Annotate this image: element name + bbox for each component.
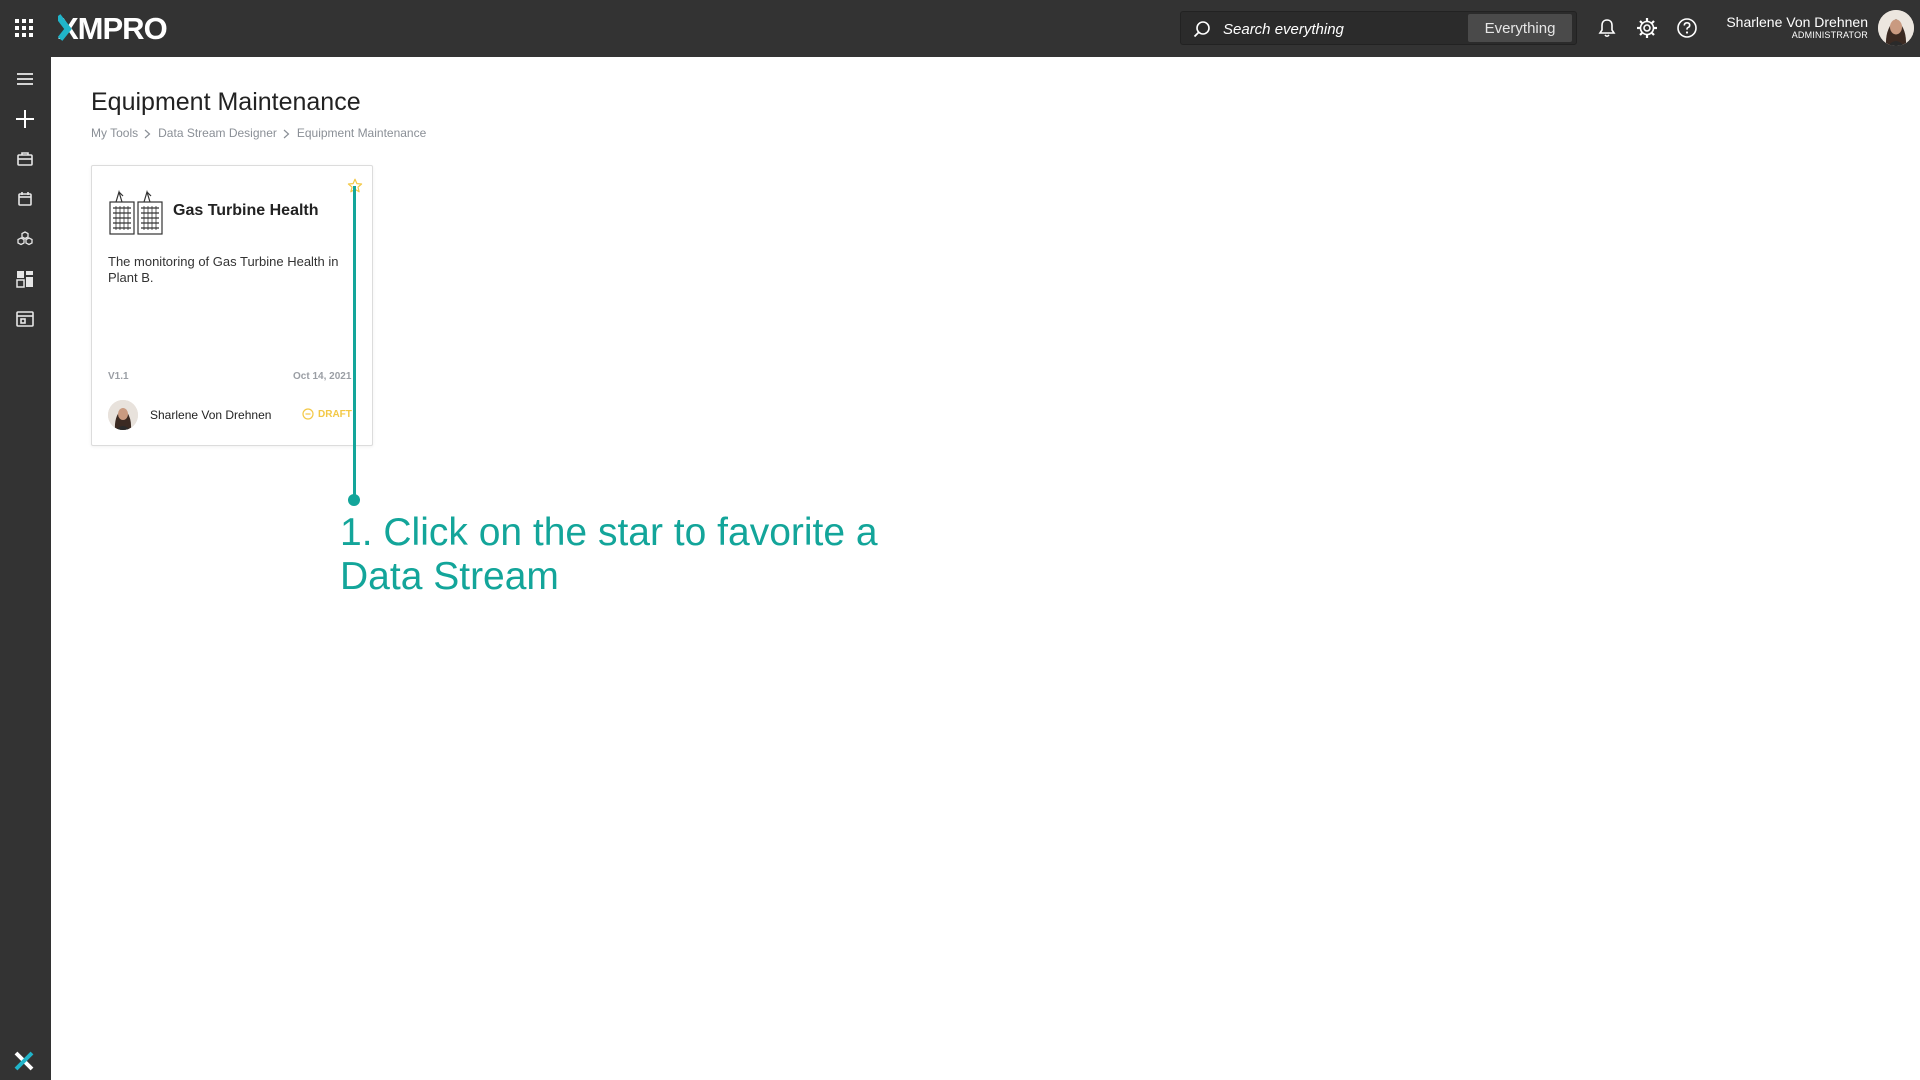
user-name: Sharlene Von Drehnen <box>1726 14 1868 30</box>
user-menu[interactable]: Sharlene Von Drehnen ADMINISTRATOR <box>1726 14 1868 41</box>
search-scope-dropdown[interactable]: Everything <box>1468 14 1572 42</box>
card-description: The monitoring of Gas Turbine Health in … <box>108 254 339 285</box>
turbine-icon <box>108 186 164 236</box>
breadcrumb-my-tools[interactable]: My Tools <box>91 126 138 140</box>
avatar <box>108 400 138 430</box>
breadcrumb-data-stream-designer[interactable]: Data Stream Designer <box>158 126 277 140</box>
data-stream-card[interactable]: Gas Turbine Health The monitoring of Gas… <box>91 165 373 446</box>
page-title: Equipment Maintenance <box>91 88 361 116</box>
status-label: DRAFT <box>318 408 352 420</box>
calendar-icon[interactable] <box>13 187 37 211</box>
search-input[interactable] <box>1221 12 1455 46</box>
xmpro-mini-logo[interactable] <box>13 1050 35 1072</box>
window-icon[interactable] <box>13 307 37 331</box>
sidebar <box>0 57 51 1080</box>
plus-icon[interactable] <box>13 107 37 131</box>
apps-grid-icon[interactable] <box>14 18 34 38</box>
card-date: Oct 14, 2021 <box>293 371 352 382</box>
menu-icon[interactable] <box>13 67 37 91</box>
cubes-icon[interactable] <box>13 227 37 251</box>
top-bar: XMPRO Everything <box>0 0 1920 57</box>
breadcrumb-current: Equipment Maintenance <box>296 126 427 140</box>
callout-line <box>353 186 356 498</box>
global-search[interactable]: Everything <box>1180 11 1577 46</box>
card-title: Gas Turbine Health <box>173 202 319 219</box>
bell-icon[interactable] <box>1596 17 1618 39</box>
gear-icon[interactable] <box>1636 17 1658 39</box>
search-icon <box>1193 20 1211 38</box>
chevron-right-icon <box>283 128 290 139</box>
xmpro-logo[interactable]: XMPRO <box>55 10 188 46</box>
briefcase-icon[interactable] <box>13 147 37 171</box>
avatar[interactable] <box>1878 10 1914 46</box>
svg-text:XMPRO: XMPRO <box>58 11 167 46</box>
callout-dot <box>348 494 360 506</box>
breadcrumb: My Tools Data Stream Designer Equipment … <box>91 126 426 140</box>
dashboard-icon[interactable] <box>13 267 37 291</box>
card-version: V1.1 <box>108 371 129 382</box>
help-icon[interactable] <box>1676 17 1698 39</box>
chevron-right-icon <box>144 128 151 139</box>
card-author: Sharlene Von Drehnen <box>150 408 272 422</box>
draft-status-icon <box>302 408 314 420</box>
status-badge: DRAFT <box>302 408 352 420</box>
callout-text: 1. Click on the star to favorite a Data … <box>340 511 878 598</box>
user-role: ADMINISTRATOR <box>1791 30 1868 40</box>
